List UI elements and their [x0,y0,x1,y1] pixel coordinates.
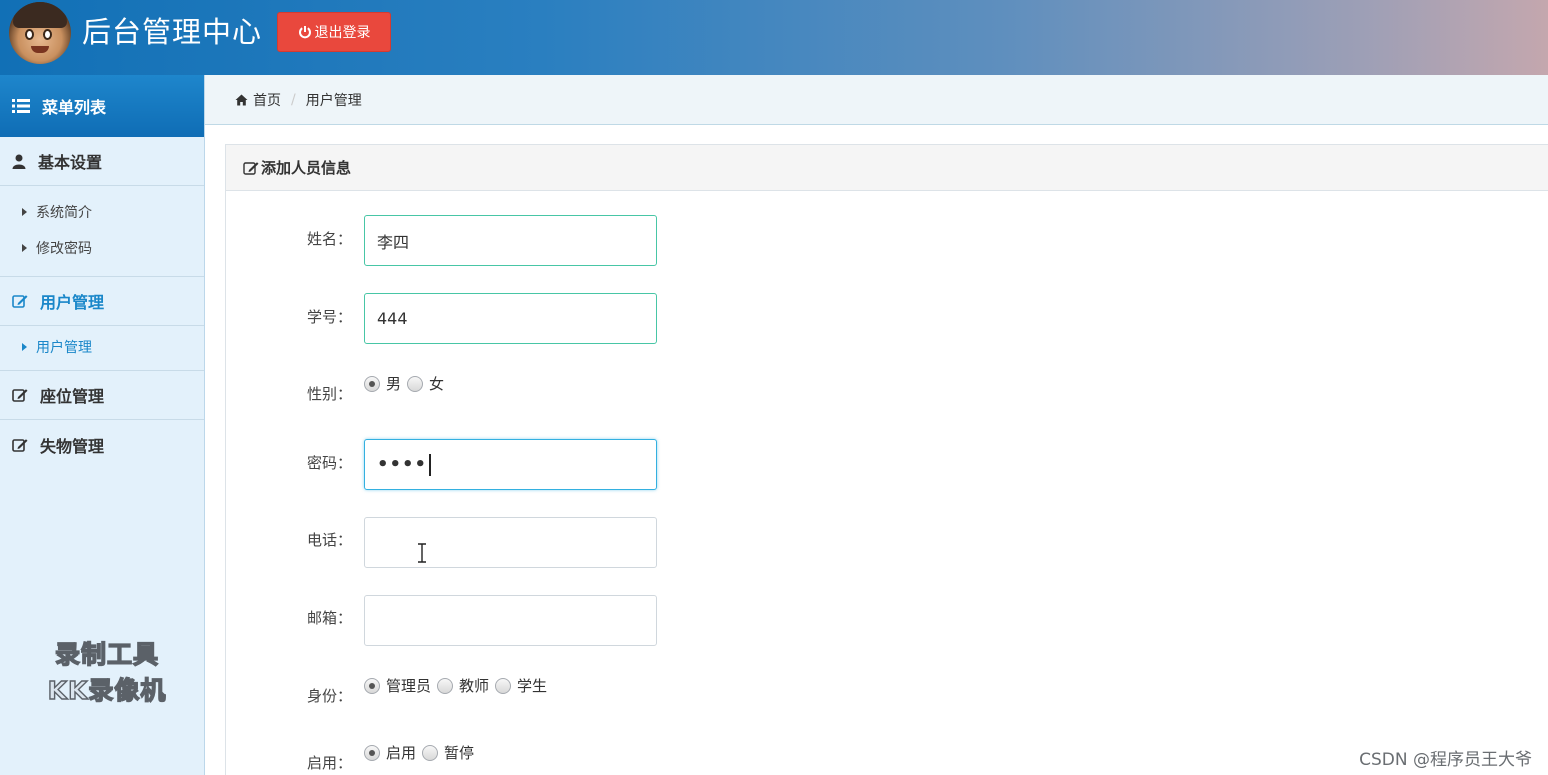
sidebar-item-user-management[interactable]: 用户管理 [0,329,204,365]
sidebar-group-seat-management[interactable]: 座位管理 [0,371,204,420]
logout-label: 退出登录 [314,25,371,41]
menu-list-header: 菜单列表 [0,75,204,137]
sidebar-item-label: 系统简介 [36,205,92,221]
status-radio-group: 启用 暂停 [364,742,480,763]
gender-label: 性别： [307,385,353,403]
sidebar-group-label: 失物管理 [40,436,105,456]
panel-header: 添加人员信息 [226,145,1548,191]
role-radio-group: 管理员 教师 学生 [364,675,553,696]
phone-label: 电话： [307,531,353,549]
gender-female-label: 女 [429,375,445,393]
text-caret [429,453,431,476]
edit-icon [243,161,259,175]
logout-button[interactable]: 退出登录 [277,12,391,52]
home-icon [235,94,248,105]
top-header: 后台管理中心 退出登录 [0,0,1548,75]
sidebar: 菜单列表 基本设置 系统简介 修改密码 用户管理 用户管理 座位管理 失物管理 … [0,75,205,775]
role-teacher-radio[interactable] [437,677,454,694]
sidebar-submenu-users: 用户管理 [0,326,204,371]
status-paused-label: 暂停 [444,744,475,762]
caret-right-icon [22,208,27,216]
password-field[interactable]: •••• [364,439,657,490]
email-field[interactable] [364,595,657,646]
breadcrumb-separator: / [291,91,296,108]
sidebar-group-lost-found[interactable]: 失物管理 [0,420,204,469]
student-id-field[interactable]: 444 [364,293,657,344]
caret-right-icon [22,244,27,252]
text-cursor-icon [418,543,426,563]
gender-male-label: 男 [386,375,402,393]
sidebar-item-system-intro[interactable]: 系统简介 [0,194,204,230]
student-id-value: 444 [377,309,408,328]
caret-right-icon [22,343,27,351]
breadcrumb-current: 用户管理 [305,92,362,109]
sidebar-group-label: 用户管理 [40,293,105,312]
sidebar-group-label: 座位管理 [40,387,105,406]
status-enabled-radio[interactable] [364,744,380,761]
panel-title: 添加人员信息 [261,159,352,177]
power-icon [298,26,311,39]
list-icon [12,99,30,113]
avatar [9,2,71,64]
breadcrumb-home-link[interactable]: 首页 [235,90,281,110]
breadcrumb: 首页 / 用户管理 [205,75,1548,125]
csdn-credit: CSDN @程序员王大爷 [1359,750,1532,770]
password-label: 密码： [307,454,353,472]
role-label: 身份： [307,687,353,705]
recorder-watermark: 录制工具 KK录像机 [47,639,167,705]
edit-icon [12,438,28,452]
password-mask: •••• [377,454,428,475]
sidebar-item-label: 修改密码 [36,241,92,257]
role-admin-label: 管理员 [386,677,432,695]
sidebar-group-user-management[interactable]: 用户管理 [0,277,204,326]
role-admin-radio[interactable] [364,677,380,694]
sidebar-item-change-password[interactable]: 修改密码 [0,230,204,266]
email-label: 邮箱： [307,609,353,627]
sidebar-group-label: 基本设置 [38,153,103,172]
edit-icon [12,389,28,402]
name-value: 李四 [377,232,410,252]
menu-list-title: 菜单列表 [42,98,107,117]
phone-field[interactable] [364,517,657,568]
name-field[interactable]: 李四 [364,215,657,266]
sidebar-item-label: 用户管理 [36,340,92,356]
sidebar-submenu-basic: 系统简介 修改密码 [0,186,204,277]
app-title: 后台管理中心 [82,15,263,49]
name-label: 姓名： [307,230,353,248]
gender-female-radio[interactable] [407,375,424,392]
status-label: 启用： [307,754,353,772]
status-paused-radio[interactable] [422,744,439,761]
user-icon [12,154,26,169]
role-student-radio[interactable] [495,677,512,694]
gender-male-radio[interactable] [364,375,380,392]
gender-radio-group: 男 女 [364,373,450,394]
breadcrumb-home-label: 首页 [253,92,281,109]
edit-icon [12,295,28,308]
sidebar-group-basic-settings[interactable]: 基本设置 [0,137,204,186]
status-enabled-label: 启用 [386,744,417,762]
student-id-label: 学号： [307,308,353,326]
role-teacher-label: 教师 [459,677,490,695]
role-student-label: 学生 [517,677,548,695]
